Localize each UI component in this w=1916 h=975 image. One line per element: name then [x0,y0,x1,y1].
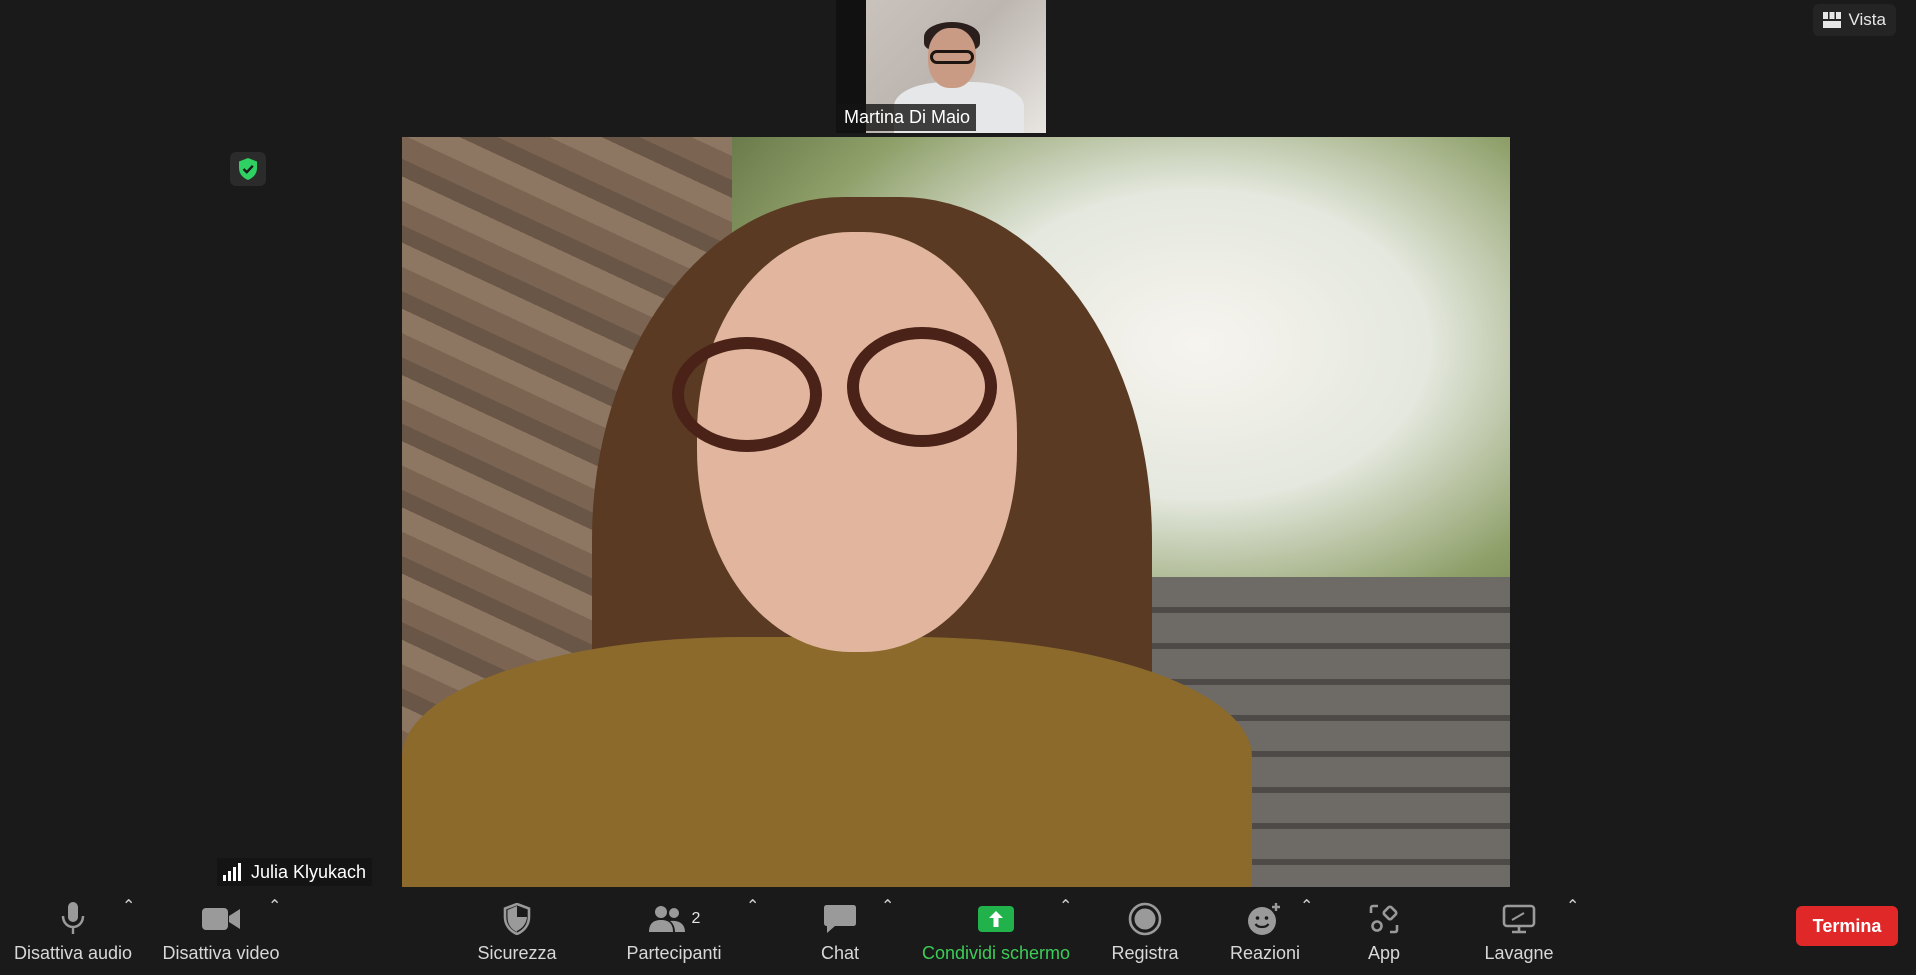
participant-thumbnail[interactable]: Martina Di Maio [836,0,1046,133]
participants-options-chevron-icon[interactable]: ⌃ [746,899,762,915]
share-screen-arrow-icon [989,910,1003,927]
security-label: Sicurezza [477,942,557,963]
grid-icon [1822,12,1841,28]
speaker-name: Julia Klyukach [251,861,367,882]
share-screen-button[interactable]: Condividi schermo [913,887,1079,975]
chat-label: Chat [820,942,860,963]
video-options-chevron-icon[interactable]: ⌃ [268,899,284,915]
view-button-label: Vista [1848,10,1887,29]
stop-video-label: Disattiva video [162,942,280,963]
chat-options-chevron-icon[interactable]: ⌃ [881,899,897,915]
chat-button[interactable]: Chat [800,887,880,975]
whiteboard-icon [1502,904,1536,933]
signal-strength-icon [223,863,241,881]
reactions-options-chevron-icon[interactable]: ⌃ [1300,899,1316,915]
participants-button[interactable]: 2 Partecipanti [618,887,730,975]
audio-options-chevron-icon[interactable]: ⌃ [122,899,138,915]
smiley-plus-icon [1248,902,1280,935]
reactions-label: Reazioni [1229,942,1301,963]
record-button[interactable]: Registra [1100,887,1190,975]
participants-count: 2 [691,909,701,927]
share-options-chevron-icon[interactable]: ⌃ [1059,899,1075,915]
stop-video-button[interactable]: Disattiva video [156,887,286,975]
chat-bubble-icon [824,904,856,933]
mute-audio-button[interactable]: Disattiva audio [8,887,138,975]
reactions-button[interactable]: Reazioni [1219,887,1311,975]
security-shield-icon [503,902,531,935]
view-button[interactable]: Vista [1812,4,1896,36]
share-screen-label: Condividi schermo [921,942,1071,963]
record-icon [1128,902,1162,935]
end-meeting-button[interactable]: Termina [1796,906,1898,946]
meeting-toolbar: Disattiva audio ⌃ Disattiva video ⌃ Sicu… [0,887,1916,975]
video-camera-icon [202,907,240,930]
thumbnail-participant-name: Martina Di Maio [838,104,977,131]
encryption-shield-icon[interactable] [230,152,266,186]
apps-button[interactable]: App [1345,887,1423,975]
participants-label: Partecipanti [626,942,722,963]
security-button[interactable]: Sicurezza [467,887,567,975]
participants-icon [648,905,685,932]
whiteboards-options-chevron-icon[interactable]: ⌃ [1566,899,1582,915]
whiteboards-button[interactable]: Lavagne [1470,887,1568,975]
apps-icon [1369,904,1399,933]
record-label: Registra [1111,942,1179,963]
whiteboards-label: Lavagne [1484,942,1554,963]
main-video-feed [402,137,1510,887]
microphone-icon [61,901,85,934]
mute-audio-label: Disattiva audio [13,942,133,963]
speaker-name-tag: Julia Klyukach [217,858,373,886]
apps-label: App [1367,942,1401,963]
